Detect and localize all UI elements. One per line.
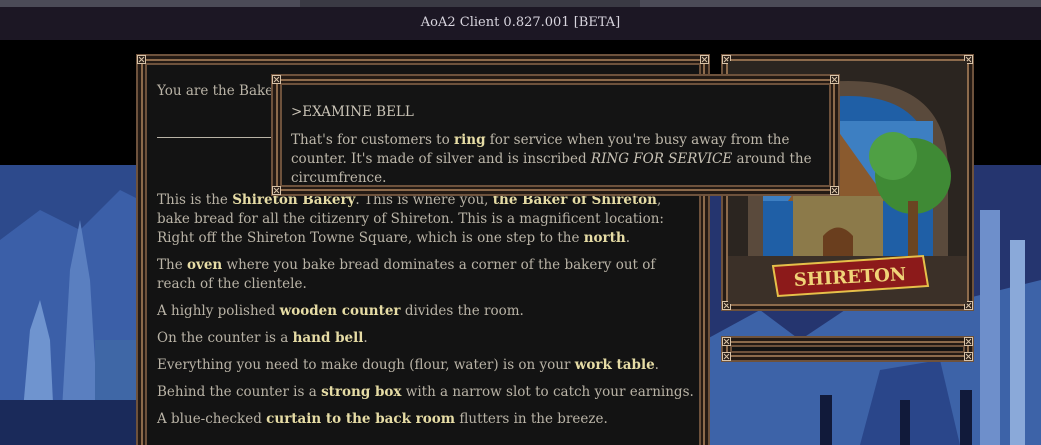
popup-command: >EXAMINE BELL (291, 104, 414, 120)
text-run: This is the (157, 192, 233, 208)
text-run: Everything you need to make dough (flour… (157, 357, 575, 373)
frame-corner-ornament (964, 352, 973, 361)
frame-corner-ornament (964, 337, 973, 346)
description-paragraph: On the counter is a hand bell. (157, 329, 697, 348)
frame-corner-ornament (137, 55, 146, 64)
text-run: On the counter is a (157, 330, 293, 346)
text-run: A blue-checked (157, 411, 267, 427)
text-run: divides the room. (400, 303, 524, 319)
frame-corner-ornament (830, 186, 839, 195)
tab-strip-segment (0, 0, 300, 7)
text-run: . (363, 330, 368, 346)
keyword-link[interactable]: strong box (321, 384, 401, 400)
text-run: . This is where you, (355, 192, 493, 208)
description-paragraph: The oven where you bake bread dominates … (157, 256, 697, 294)
text-run: . (625, 230, 631, 246)
frame-corner-ornament (272, 186, 281, 195)
description-paragraph: Behind the counter is a strong box with … (157, 383, 697, 402)
text-run: The (157, 257, 187, 273)
frame-corner-ornament (722, 337, 731, 346)
text-run: A highly polished (157, 303, 280, 319)
frame-corner-ornament (700, 55, 709, 64)
text-run: flutters in the breeze. (455, 411, 608, 427)
description-paragraph: A highly polished wooden counter divides… (157, 302, 697, 321)
inscription-text: RING FOR SERVICE (590, 151, 733, 167)
description-paragraph: This is the Shireton Bakery. This is whe… (157, 191, 697, 248)
divider (157, 137, 277, 138)
keyword-link[interactable]: Shireton Bakery (232, 192, 355, 208)
description-paragraph: A blue-checked curtain to the back room … (157, 410, 697, 429)
examine-popup[interactable]: >EXAMINE BELL That's for customers to ri… (272, 75, 839, 195)
top-strip (0, 0, 1041, 7)
keyword-link[interactable]: hand bell (293, 330, 364, 346)
frame-corner-ornament (272, 75, 281, 84)
text-run: where you bake bread dominates a corner … (157, 257, 656, 292)
text-run: with a narrow slot to catch your earning… (401, 384, 694, 400)
room-description: This is the Shireton Bakery. This is whe… (157, 191, 697, 437)
window-title: AoA2 Client 0.827.001 [BETA] (0, 7, 1041, 40)
keyword-link[interactable]: work table (575, 357, 655, 373)
frame-corner-ornament (830, 75, 839, 84)
text-run: That's for customers to (291, 132, 455, 148)
keyword-link[interactable]: the Baker of Shireton (493, 192, 657, 208)
description-paragraph: Everything you need to make dough (flour… (157, 356, 697, 375)
keyword-link[interactable]: oven (187, 257, 222, 273)
keyword-link[interactable]: curtain to the back room (266, 411, 455, 427)
keyword-link[interactable]: north (584, 230, 626, 246)
status-panel (722, 337, 973, 361)
tab-strip-segment (640, 0, 1041, 7)
frame-corner-ornament (722, 352, 731, 361)
keyword-link[interactable]: wooden counter (280, 303, 401, 319)
text-run: . (654, 357, 659, 373)
text-run: Behind the counter is a (157, 384, 322, 400)
popup-response: That's for customers to ring for service… (291, 131, 821, 188)
keyword-link[interactable]: ring (454, 132, 486, 148)
